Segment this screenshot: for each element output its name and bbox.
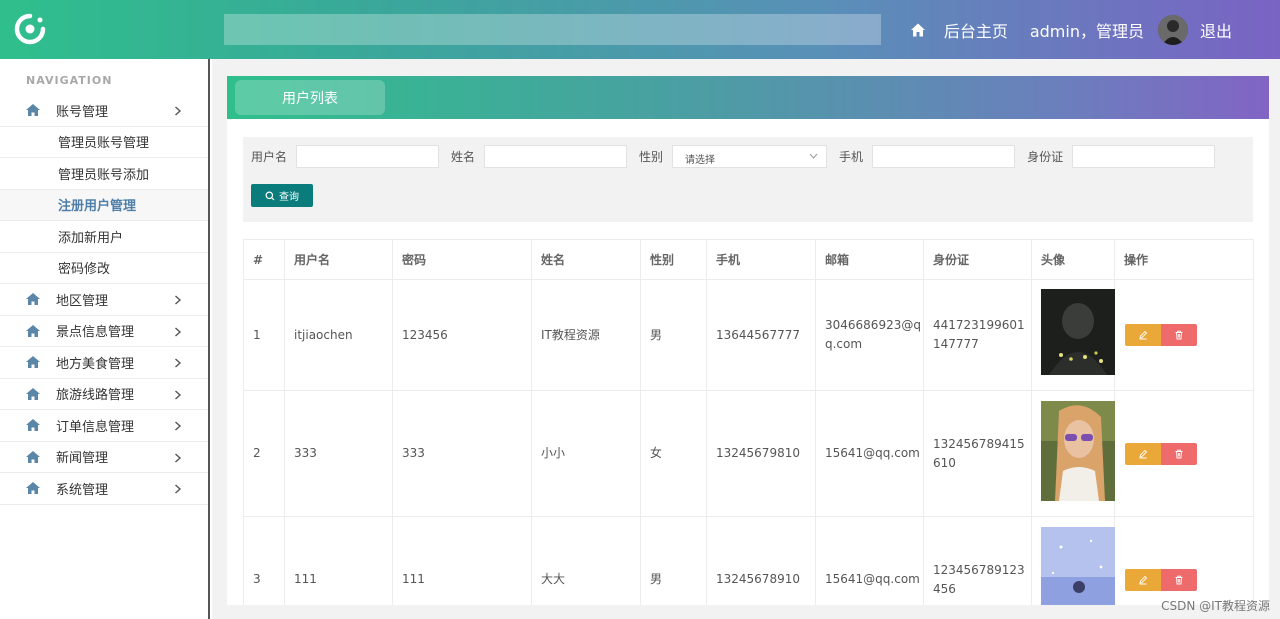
header-search-bar[interactable] [224, 14, 881, 45]
sidebar-item-orders[interactable]: 订单信息管理 [0, 410, 208, 442]
trash-icon [1175, 575, 1183, 584]
edit-button[interactable] [1125, 442, 1161, 465]
sidebar-subitem-registered-users[interactable]: 注册用户管理 [0, 189, 208, 221]
avatar-cell [1031, 279, 1115, 391]
house-icon [26, 450, 40, 463]
sidebar-item-account[interactable]: 账号管理 [0, 95, 208, 127]
pencil-icon [1139, 449, 1148, 458]
username-filter-label: 用户名 [251, 149, 288, 164]
chevron-right-icon [175, 421, 182, 431]
house-icon [26, 482, 40, 495]
sidebar-item-region[interactable]: 地区管理 [0, 284, 208, 316]
column-header: 性别 [640, 239, 707, 280]
house-icon [26, 293, 40, 306]
sidebar-subitem-change-password[interactable]: 密码修改 [0, 253, 208, 284]
column-header: 头像 [1031, 239, 1115, 280]
nav-title: NAVIGATION [26, 74, 113, 87]
row-actions [1114, 279, 1254, 391]
pencil-icon [1139, 330, 1148, 340]
home-icon[interactable] [910, 22, 926, 38]
column-header: 姓名 [531, 239, 641, 280]
phone-filter-label: 手机 [839, 149, 864, 164]
filter-bar: 用户名 姓名 性别 请选择 手机 身份证 查询 [243, 137, 1253, 222]
house-icon [26, 104, 40, 117]
watermark: CSDN @IT教程资源 [1161, 599, 1270, 613]
column-header: 操作 [1114, 239, 1254, 280]
user-list-panel: 用户列表 用户名 姓名 性别 请选择 手机 身份证 查询 # 用户名 密码 姓名… [227, 76, 1269, 605]
user-avatar-image [1041, 400, 1115, 501]
gender-filter-label: 性别 [639, 149, 664, 164]
edit-button[interactable] [1125, 568, 1161, 591]
avatar-cell [1031, 516, 1115, 605]
house-icon [26, 356, 40, 369]
house-icon [26, 387, 40, 400]
table-row: 1 itjiaochen 123456 IT教程资源 男 13644567777… [243, 279, 1254, 391]
sidebar-item-routes[interactable]: 旅游线路管理 [0, 379, 208, 410]
row-actions [1114, 516, 1254, 605]
avatar-cell [1031, 390, 1115, 517]
user-avatar-image [1041, 289, 1115, 375]
column-header: 用户名 [284, 239, 393, 280]
panel-header: 用户列表 [227, 76, 1269, 119]
chevron-right-icon [175, 358, 182, 368]
chevron-right-icon [175, 484, 182, 494]
column-header: 手机 [706, 239, 816, 280]
user-table: # 用户名 密码 姓名 性别 手机 邮箱 身份证 头像 操作 1 itjiaoc… [243, 239, 1254, 605]
logout-link[interactable]: 退出 [1200, 18, 1232, 42]
main-content: 用户列表 用户名 姓名 性别 请选择 手机 身份证 查询 # 用户名 密码 姓名… [212, 59, 1280, 619]
table-header-row: # 用户名 密码 姓名 性别 手机 邮箱 身份证 头像 操作 [243, 239, 1254, 280]
column-header: 密码 [392, 239, 532, 280]
name-filter-input[interactable] [484, 144, 628, 168]
delete-button[interactable] [1161, 324, 1197, 346]
sidebar-item-news[interactable]: 新闻管理 [0, 442, 208, 473]
chevron-right-icon [175, 295, 182, 305]
house-icon [26, 324, 40, 337]
house-icon [26, 419, 40, 432]
trash-icon [1175, 449, 1183, 458]
sidebar-subitem-admin-accounts[interactable]: 管理员账号管理 [0, 127, 208, 158]
table-row: 2 333 333 小小 女 13245679810 15641@qq.com … [243, 390, 1254, 517]
sidebar-item-attractions[interactable]: 景点信息管理 [0, 316, 208, 347]
delete-button[interactable] [1161, 442, 1197, 465]
logo-icon[interactable] [14, 13, 46, 45]
chevron-right-icon [175, 389, 182, 400]
column-header: # [243, 239, 285, 280]
pencil-icon [1139, 575, 1148, 584]
user-avatar[interactable] [1157, 14, 1188, 45]
column-header: 身份证 [923, 239, 1032, 280]
column-header: 邮箱 [815, 239, 924, 280]
idcard-filter-input[interactable] [1072, 144, 1216, 168]
chevron-right-icon [175, 106, 182, 116]
top-header: 后台主页 admin，管理员 退出 [0, 0, 1280, 59]
tab-user-list[interactable]: 用户列表 [235, 80, 385, 115]
trash-icon [1175, 330, 1183, 340]
gender-filter-select[interactable]: 请选择 [672, 144, 828, 168]
user-avatar-image [1041, 526, 1115, 605]
search-icon [265, 191, 275, 200]
table-row: 3 111 111 大大 男 13245678910 15641@qq.com … [243, 516, 1254, 605]
edit-button[interactable] [1125, 324, 1161, 346]
row-actions [1114, 390, 1254, 517]
sidebar-item-system[interactable]: 系统管理 [0, 473, 208, 505]
chevron-down-icon [809, 153, 818, 159]
delete-button[interactable] [1161, 568, 1197, 591]
chevron-right-icon [175, 452, 182, 463]
sidebar-item-food[interactable]: 地方美食管理 [0, 347, 208, 379]
current-user-label: admin，管理员 [1029, 21, 1144, 41]
search-button[interactable]: 查询 [251, 184, 313, 207]
phone-filter-input[interactable] [872, 144, 1016, 168]
idcard-filter-label: 身份证 [1027, 149, 1064, 164]
chevron-right-icon [175, 326, 182, 337]
name-filter-label: 姓名 [451, 149, 476, 164]
home-link[interactable]: 后台主页 [944, 18, 1008, 42]
sidebar-subitem-add-user[interactable]: 添加新用户 [0, 221, 208, 253]
sidebar-subitem-add-admin[interactable]: 管理员账号添加 [0, 158, 208, 190]
sidebar: NAVIGATION 账号管理 管理员账号管理 管理员账号添加 注册用户管理 添… [0, 59, 210, 619]
username-filter-input[interactable] [296, 144, 440, 168]
